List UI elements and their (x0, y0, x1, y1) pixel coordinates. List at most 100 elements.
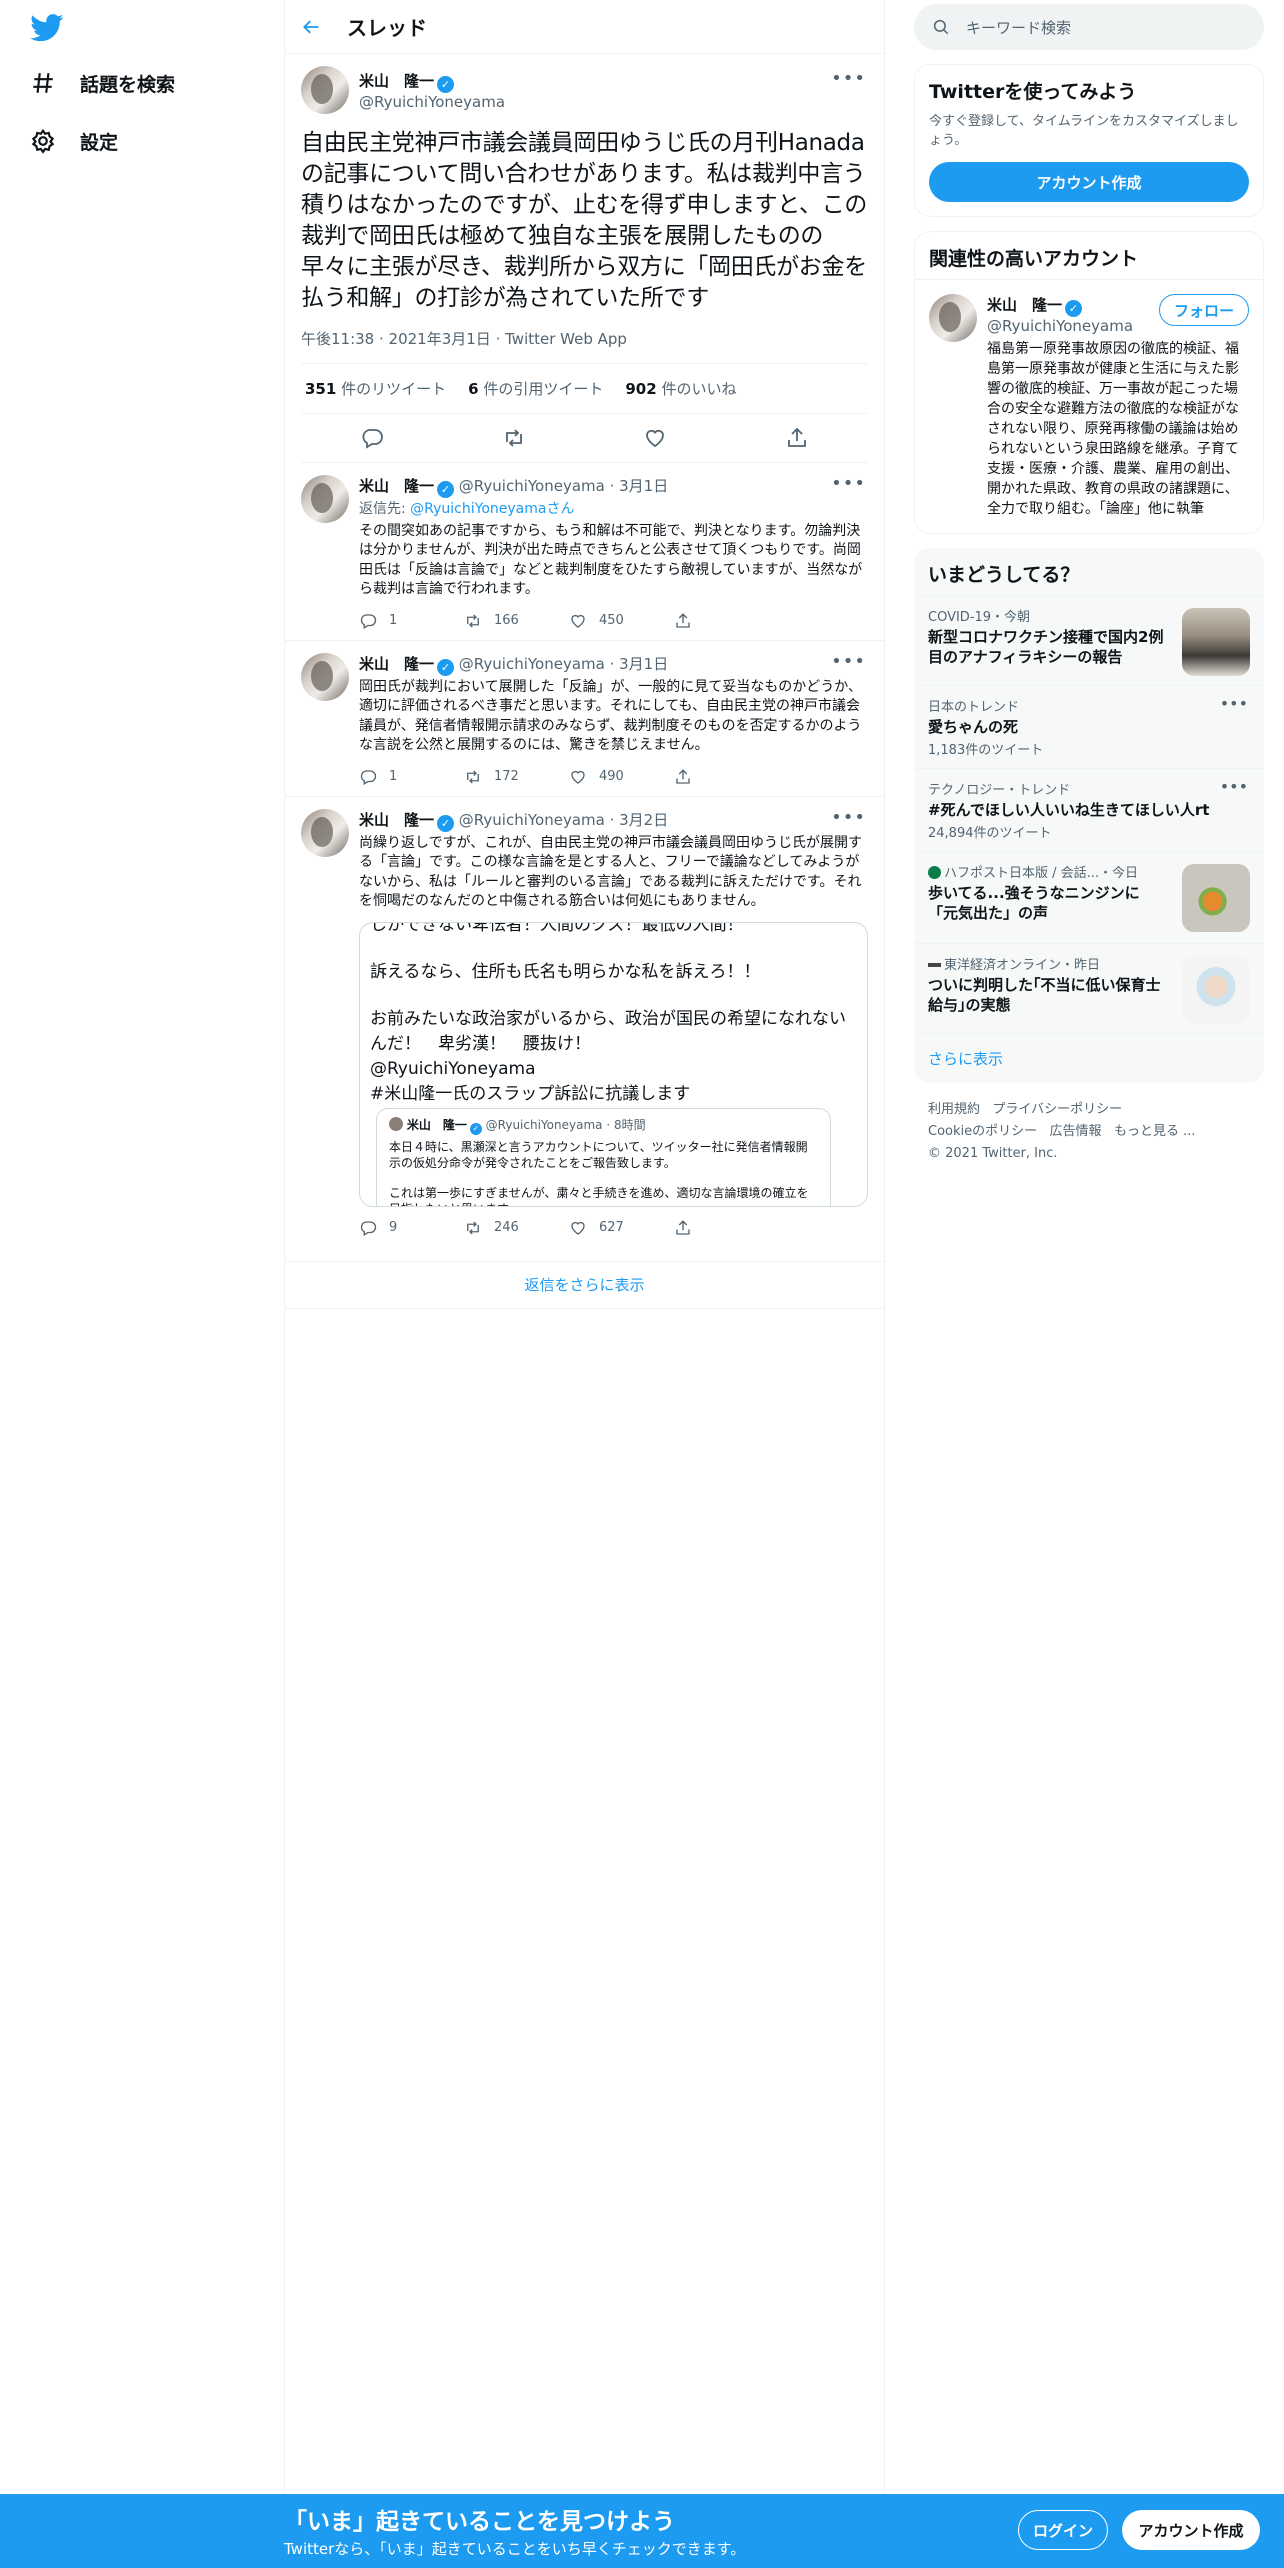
search-input[interactable]: キーワード検索 (914, 4, 1264, 50)
like-button[interactable]: 450 (569, 612, 674, 630)
trend-item[interactable]: テクノロジー・トレンド #死んでほしい人いいね生きてほしい人rt 24,894件… (914, 768, 1264, 851)
share-icon[interactable] (785, 426, 809, 450)
create-account-button[interactable]: アカウント作成 (929, 162, 1249, 202)
retweet-icon (467, 614, 479, 627)
tweet-date[interactable]: 3月1日 (619, 655, 668, 673)
quoted-text: 本日４時に、黒瀬深と言うアカウントについて、ツイッター社に発信者情報開示の仮処分… (389, 1139, 808, 1170)
likes-stat[interactable]: 902 件のいいね (625, 378, 736, 399)
more-options-icon[interactable]: ••• (1220, 777, 1248, 796)
tweet-date[interactable]: 2021年3月1日 (389, 330, 491, 348)
reply-tweet[interactable]: 米山 隆一 ✓ @RyuichiYoneyama · 3月1日 返信先: @Ryu… (285, 463, 884, 641)
reply-to-mention[interactable]: @RyuichiYoneyama (410, 501, 546, 517)
reply-button[interactable]: 9 (359, 1219, 464, 1237)
ads-link[interactable]: 広告情報 (1050, 1124, 1102, 1139)
author-handle[interactable]: @RyuichiYoneyama (459, 811, 605, 829)
more-options-icon[interactable]: ••• (831, 473, 866, 494)
trend-title: 歩いてる...強そうなニンジンに「元気出た」の声 (928, 884, 1140, 922)
related-title: 関連性の高いアカウント (929, 248, 1139, 270)
trend-title: 新型コロナワクチン接種で国内2例目のアナフィラキシーの報告 (928, 628, 1164, 666)
like-button[interactable]: 490 (569, 768, 674, 786)
signup-button[interactable]: アカウント作成 (1122, 2510, 1260, 2550)
quotes-stat[interactable]: 6 件の引用ツイート (468, 378, 603, 399)
trend-item[interactable]: 東洋経済オンライン・昨日 ついに判明した｢不当に低い保育士給与｣の実態 (914, 943, 1264, 1033)
back-arrow-icon[interactable] (301, 17, 321, 37)
trend-context: 日本のトレンド (928, 700, 1020, 715)
login-button[interactable]: ログイン (1018, 2510, 1108, 2550)
tweet-source[interactable]: Twitter Web App (505, 330, 627, 348)
privacy-link[interactable]: プライバシーポリシー (992, 1102, 1122, 1117)
page-title: スレッド (347, 16, 427, 40)
retweet-button[interactable]: 246 (464, 1219, 569, 1237)
retweet-count: 246 (494, 1220, 519, 1235)
author-name[interactable]: 米山 隆一 (359, 72, 434, 90)
carrot-image (1182, 864, 1250, 932)
retweet-button[interactable]: 172 (464, 768, 569, 786)
nav-explore[interactable]: 話題を検索 (30, 63, 175, 103)
reply-to-suffix: さん (546, 501, 575, 517)
avatar[interactable] (301, 808, 349, 857)
more-options-icon[interactable]: ••• (1220, 694, 1248, 713)
left-nav: 話題を検索 設定 (0, 0, 284, 2568)
twitter-logo-icon[interactable] (30, 14, 64, 42)
related-account[interactable]: 米山 隆一 ✓ @RyuichiYoneyama 福島第一原発事故原因の徹底的検証… (915, 279, 1263, 533)
like-count: 490 (599, 769, 624, 784)
reply-tweet[interactable]: 米山 隆一 ✓ @RyuichiYoneyama · 3月2日 尚繰り返しですが、… (285, 797, 884, 1247)
reply-icon (360, 613, 377, 629)
author-name[interactable]: 米山 隆一 (359, 811, 434, 829)
share-button[interactable] (674, 1219, 779, 1237)
more-options-icon[interactable]: ••• (831, 68, 866, 89)
retweets-stat[interactable]: 351 件のリツイート (305, 378, 446, 399)
main-column: スレッド 米山 隆一 ✓ @RyuichiYoneyama ••• 自由民主党神戸… (284, 0, 885, 2568)
tweet-time[interactable]: 午後11:38 (301, 330, 374, 348)
retweet-icon[interactable] (502, 426, 526, 450)
reply-button[interactable]: 1 (359, 612, 464, 630)
embedded-screenshot[interactable]: しかできない卑怯者！人間のクズ！最低の人間！ 訴えるなら、住所も氏名も明らかな私… (359, 921, 868, 1207)
avatar[interactable] (301, 66, 349, 114)
tweet-date[interactable]: 3月1日 (619, 477, 668, 495)
quoted-time: 8時間 (613, 1117, 646, 1132)
reply-icon[interactable] (360, 426, 384, 450)
author-handle[interactable]: @RyuichiYoneyama (359, 93, 505, 111)
share-button[interactable] (674, 768, 779, 786)
author-name[interactable]: 米山 隆一 (359, 477, 434, 495)
author-handle[interactable]: @RyuichiYoneyama (459, 477, 605, 495)
quoted-handle: @RyuichiYoneyama (485, 1117, 603, 1132)
show-more-replies-button[interactable]: 返信をさらに表示 (285, 1260, 884, 1309)
show-more-trends-link[interactable]: さらに表示 (914, 1033, 1264, 1083)
follow-button[interactable]: フォロー (1158, 294, 1249, 326)
trend-item[interactable]: COVID-19・今朝 新型コロナワクチン接種で国内2例目のアナフィラキシーの報… (914, 595, 1264, 685)
avatar[interactable] (929, 294, 977, 342)
more-options-icon[interactable]: ••• (831, 807, 866, 828)
signup-title: Twitterを使ってみよう (929, 81, 1137, 103)
share-icon (676, 612, 690, 628)
search-placeholder: キーワード検索 (966, 18, 1072, 37)
reply-tweet[interactable]: 米山 隆一 ✓ @RyuichiYoneyama · 3月1日 岡田氏が裁判におい… (285, 641, 884, 797)
tweet-date[interactable]: 3月2日 (619, 811, 668, 829)
related-name[interactable]: 米山 隆一 (987, 296, 1062, 314)
nav-settings[interactable]: 設定 (30, 121, 118, 161)
trend-item[interactable]: 日本のトレンド 愛ちゃんの死 1,183件のツイート ••• (914, 685, 1264, 768)
trend-item[interactable]: ハフポスト日本版 / 会話...・今日 歩いてる...強そうなニンジンに「元気出… (914, 851, 1264, 943)
author-handle[interactable]: @RyuichiYoneyama (459, 655, 605, 673)
tweet-meta: 午後11:38 · 2021年3月1日 · Twitter Web App (301, 328, 868, 364)
retweet-icon (467, 770, 479, 783)
banner-subtitle: Twitterなら、「いま」起きていることをいち早くチェックできます。 (284, 2540, 746, 2558)
embed-line: お前みたいな政治家がいるから、政治が国民の希望になれないんだ！ 卑劣漢！ 腰抜け… (370, 1008, 846, 1054)
like-icon[interactable] (643, 426, 667, 450)
reply-button[interactable]: 1 (359, 768, 464, 786)
verified-badge-icon: ✓ (437, 481, 455, 498)
retweet-count: 172 (494, 769, 519, 784)
avatar[interactable] (301, 652, 349, 701)
trend-context: テクノロジー・トレンド (928, 783, 1071, 798)
more-link[interactable]: もっと見る ... (1114, 1124, 1196, 1139)
like-button[interactable]: 627 (569, 1219, 674, 1237)
share-button[interactable] (674, 612, 779, 630)
author-name[interactable]: 米山 隆一 (359, 655, 434, 673)
terms-link[interactable]: 利用規約 (928, 1102, 980, 1117)
vaccine-image (1182, 608, 1250, 676)
avatar[interactable] (301, 475, 349, 523)
more-options-icon[interactable]: ••• (831, 651, 866, 672)
retweet-button[interactable]: 166 (464, 612, 569, 630)
trend-context: ハフポスト日本版 / 会話...・今日 (928, 862, 1164, 881)
cookie-link[interactable]: Cookieのポリシー (928, 1124, 1037, 1139)
